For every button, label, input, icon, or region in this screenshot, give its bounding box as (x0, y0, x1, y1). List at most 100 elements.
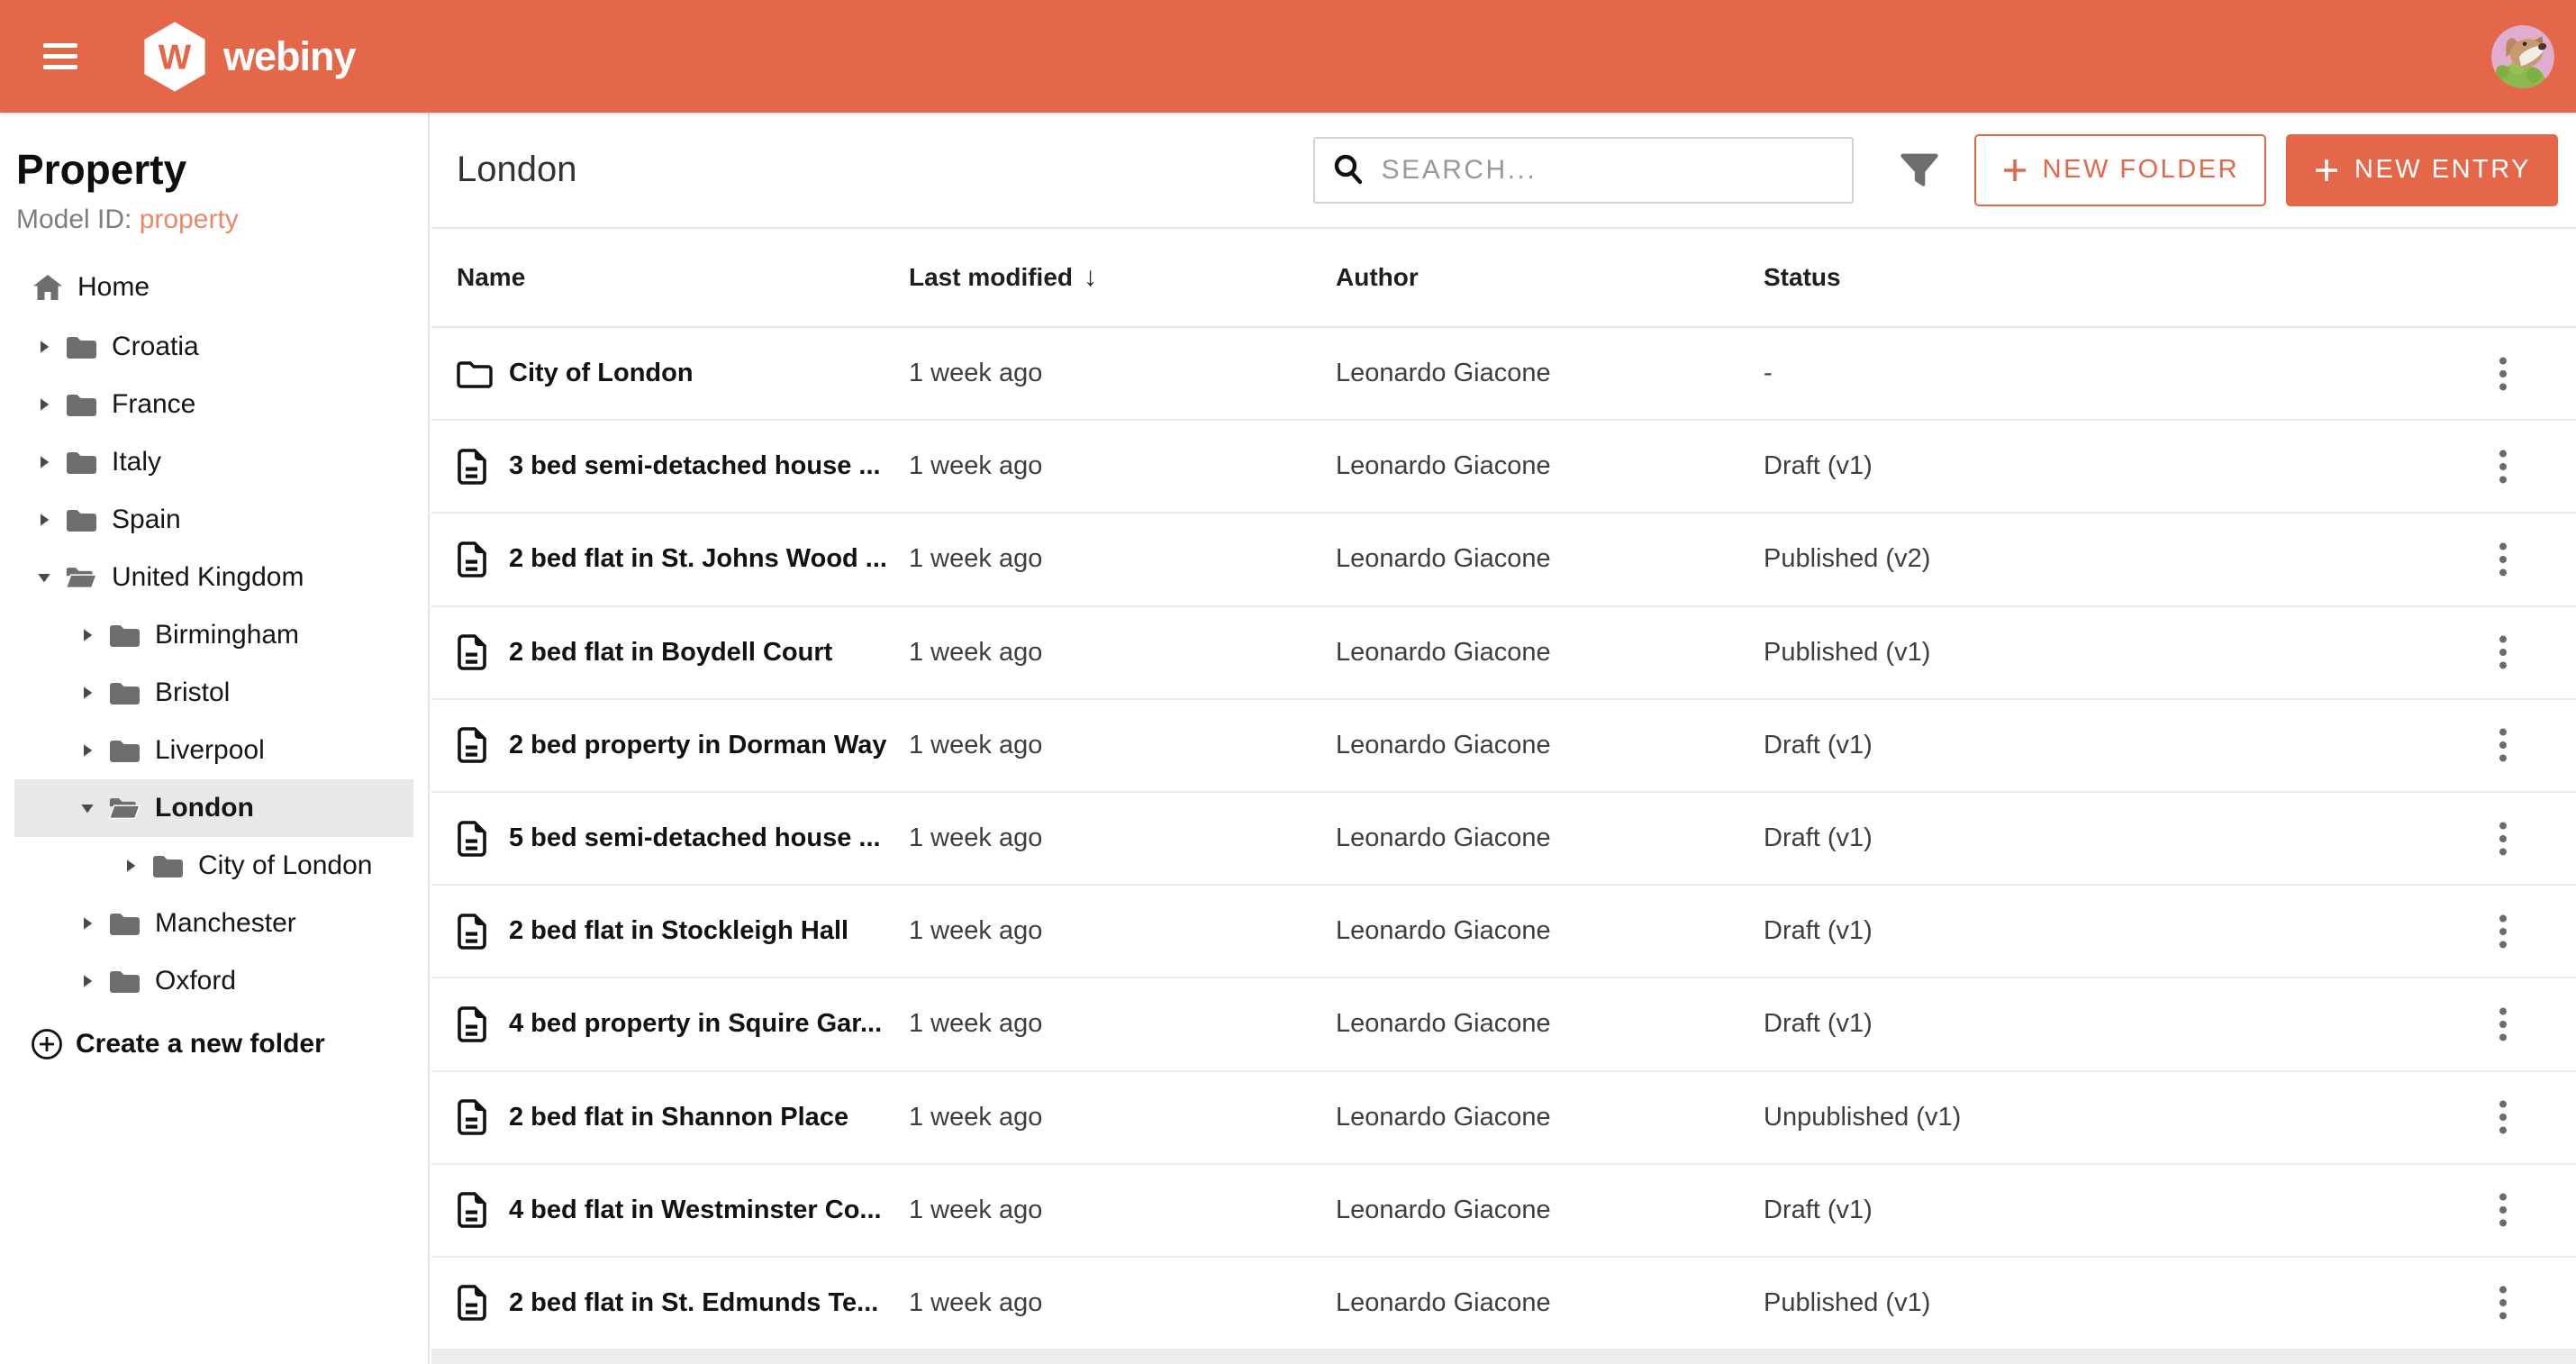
entry-last-modified: 1 week ago (909, 451, 1043, 481)
entry-name: 2 bed flat in Shannon Place (509, 1102, 849, 1132)
entry-name: 2 bed flat in St. Johns Wood ... (509, 544, 887, 574)
sidebar-item-city-of-london[interactable]: City of London (14, 837, 413, 895)
brand-name: webiny (223, 32, 357, 79)
entry-status: Draft (v1) (1764, 730, 1873, 759)
page-title: London (457, 150, 577, 189)
entry-author: Leonardo Giacone (1336, 451, 1551, 481)
table-row[interactable]: 2 bed flat in St. Edmunds Te... 1 week a… (431, 1258, 2576, 1351)
sidebar-item-home[interactable]: Home (0, 259, 428, 316)
kebab-menu-icon (2499, 542, 2507, 577)
table-header: Name Last modified ↓ Author Status (431, 229, 2576, 328)
table-row[interactable]: 2 bed flat in Shannon Place 1 week ago L… (431, 1072, 2576, 1165)
model-title: Property (16, 146, 187, 193)
row-actions-menu[interactable] (2499, 634, 2509, 670)
kebab-menu-icon (2499, 1287, 2507, 1320)
tree-caret-icon[interactable] (34, 568, 54, 587)
webiny-logo[interactable]: W webiny (142, 21, 357, 93)
sidebar-item-oxford[interactable]: Oxford (14, 952, 413, 1010)
table-row[interactable]: 3 bed semi-detached house ... 1 week ago… (431, 421, 2576, 514)
table-row[interactable]: 2 bed property in Dorman Way 1 week ago … (431, 700, 2576, 793)
table-row[interactable]: 4 bed property in Squire Gar... 1 week a… (431, 978, 2576, 1072)
folder-open-icon (108, 798, 141, 820)
webiny-hexagon-icon: W (144, 21, 205, 92)
entry-author: Leonardo Giacone (1336, 637, 1551, 667)
entry-status: - (1764, 359, 1773, 388)
document-icon (458, 1006, 486, 1042)
tree-item-label: London (155, 793, 254, 823)
create-folder-button[interactable]: Create a new folder (0, 1015, 428, 1073)
sidebar-item-label: Home (77, 272, 150, 302)
tree-caret-icon[interactable] (77, 683, 97, 703)
tree-caret-icon[interactable] (77, 741, 97, 760)
tree-item-label: France (112, 389, 196, 419)
row-actions-menu[interactable] (2499, 449, 2509, 485)
sidebar-item-bristol[interactable]: Bristol (14, 664, 413, 722)
table-row[interactable]: 2 bed flat in St. Johns Wood ... 1 week … (431, 514, 2576, 607)
row-actions-menu[interactable] (2499, 727, 2509, 763)
new-folder-button[interactable]: NEW FOLDER (1973, 133, 2267, 206)
user-avatar[interactable] (2491, 24, 2554, 88)
tree-caret-icon[interactable] (34, 337, 54, 357)
row-actions-menu[interactable] (2499, 914, 2509, 950)
row-actions-menu[interactable] (2499, 356, 2509, 392)
row-actions-menu[interactable] (2499, 821, 2509, 857)
top-bar: W webiny (0, 0, 2576, 113)
new-entry-button[interactable]: NEW ENTRY (2286, 133, 2558, 206)
tree-caret-icon[interactable] (77, 798, 97, 818)
document-icon (458, 541, 486, 577)
sidebar-item-birmingham[interactable]: Birmingham (14, 606, 413, 664)
entry-status: Published (v1) (1764, 1287, 1931, 1317)
table-row[interactable]: 2 bed flat in Stockleigh Hall 1 week ago… (431, 886, 2576, 979)
tree-caret-icon[interactable] (34, 395, 54, 414)
entry-last-modified: 1 week ago (909, 1009, 1043, 1039)
tree-item-label: Birmingham (155, 620, 300, 650)
tree-item-label: Spain (112, 505, 181, 534)
plus-icon (2003, 159, 2026, 181)
sidebar-item-united-kingdom[interactable]: United Kingdom (14, 549, 413, 606)
model-id-value[interactable]: property (140, 205, 239, 234)
folder-closed-icon (153, 856, 183, 878)
tree-caret-icon[interactable] (121, 856, 141, 876)
sidebar-item-spain[interactable]: Spain (14, 491, 413, 549)
entry-last-modified: 1 week ago (909, 916, 1043, 946)
folder-tree: Croatia France Italy Spain United Kingdo… (0, 318, 428, 1010)
kebab-menu-icon (2499, 1007, 2507, 1041)
row-actions-menu[interactable] (2499, 1192, 2509, 1228)
folder-closed-icon (67, 452, 96, 474)
tree-caret-icon[interactable] (34, 452, 54, 472)
tree-caret-icon[interactable] (77, 625, 97, 645)
hamburger-menu-icon[interactable] (43, 43, 77, 69)
tree-item-label: Croatia (112, 332, 199, 361)
table-row[interactable]: 5 bed semi-detached house ... 1 week ago… (431, 793, 2576, 887)
table-row[interactable]: 2 bed flat in Boydell Court 1 week ago L… (431, 607, 2576, 700)
search-input[interactable] (1381, 154, 1837, 186)
sidebar-item-croatia[interactable]: Croatia (14, 318, 413, 376)
new-entry-label: NEW ENTRY (2354, 155, 2531, 184)
entry-name: 2 bed flat in Stockleigh Hall (509, 916, 849, 946)
row-actions-menu[interactable] (2499, 1099, 2509, 1135)
row-actions-menu[interactable] (2499, 541, 2509, 577)
row-actions-menu[interactable] (2499, 1006, 2509, 1042)
entry-status: Draft (v1) (1764, 1009, 1873, 1039)
sidebar: Property Model ID: property Home Croatia (0, 113, 430, 1364)
sidebar-item-liverpool[interactable]: Liverpool (14, 722, 413, 779)
entry-author: Leonardo Giacone (1336, 544, 1551, 574)
folder-closed-icon (67, 395, 96, 416)
column-header-last-modified[interactable]: Last modified ↓ (909, 262, 1336, 293)
kebab-menu-icon (2499, 1193, 2507, 1227)
tree-caret-icon[interactable] (77, 971, 97, 991)
sidebar-item-manchester[interactable]: Manchester (14, 895, 413, 952)
row-actions-menu[interactable] (2499, 1285, 2509, 1321)
column-header-name: Name (457, 263, 526, 291)
sidebar-item-london[interactable]: London (14, 779, 413, 837)
tree-caret-icon[interactable] (77, 914, 97, 933)
document-icon (458, 1192, 486, 1229)
kebab-menu-icon (2499, 822, 2507, 855)
sort-descending-icon[interactable]: ↓ (1084, 262, 1097, 293)
tree-caret-icon[interactable] (34, 510, 54, 530)
sidebar-item-italy[interactable]: Italy (14, 433, 413, 491)
filter-button[interactable] (1899, 150, 1940, 191)
sidebar-item-france[interactable]: France (14, 376, 413, 433)
table-row[interactable]: City of London 1 week ago Leonardo Giaco… (431, 328, 2576, 422)
table-row[interactable]: 4 bed flat in Westminster Co... 1 week a… (431, 1165, 2576, 1258)
